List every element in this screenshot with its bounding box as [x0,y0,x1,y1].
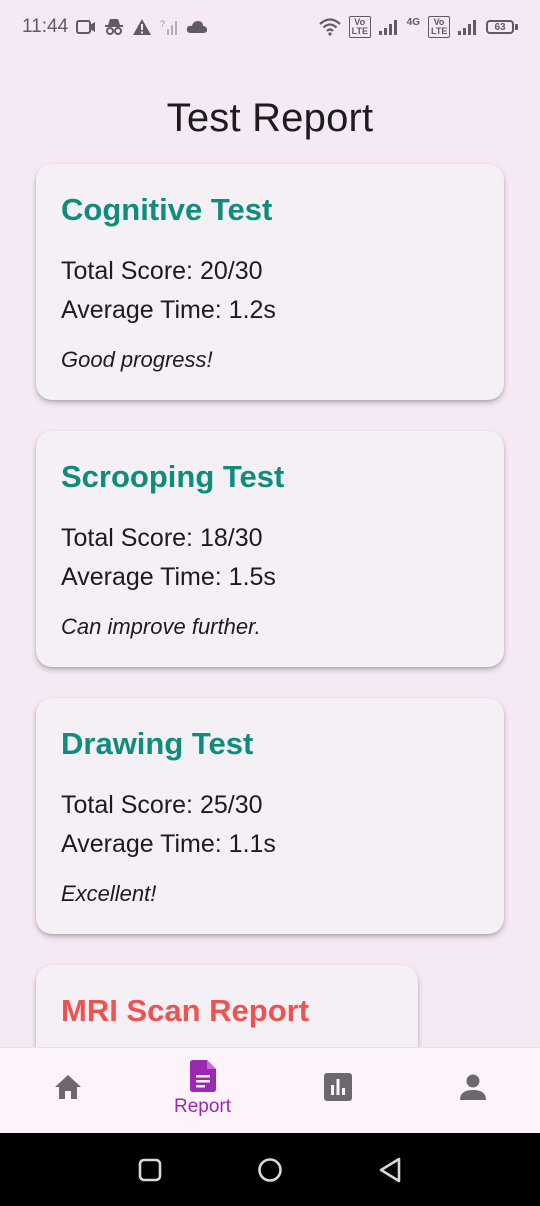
average-time: Average Time: 1.1s [61,830,276,858]
total-score: Total Score: 25/30 [61,791,263,819]
report-icon [189,1060,216,1092]
volte-badge-2: Vo LTE [428,16,450,38]
average-time: Average Time: 1.5s [61,563,276,591]
volte-badge-1: Vo LTE [348,16,371,38]
status-bar: 11:44 ? Vo LTE 4G Vo LTE 63 [0,0,540,54]
status-time: 11:44 [22,16,69,37]
battery-indicator: 63 [486,20,518,34]
average-time: Average Time: 1.2s [61,296,276,324]
card-title: Drawing Test [61,726,254,761]
status-left: 11:44 ? [22,16,208,38]
nav-item-stats[interactable] [270,1048,405,1134]
nav-item-report[interactable]: Report [135,1048,270,1134]
svg-text:?: ? [160,19,165,29]
card-title: Cognitive Test [61,192,273,227]
feedback-note: Excellent! [61,881,157,906]
bar-chart-icon [323,1073,352,1101]
recent-apps-icon[interactable] [138,1158,162,1182]
status-right: Vo LTE 4G Vo LTE 63 [318,16,518,38]
battery-tip [515,24,518,30]
card-title: MRI Scan Report [61,993,310,1028]
feedback-note: Good progress! [61,347,213,372]
incognito-icon [104,18,124,36]
warning-icon [132,18,152,36]
feedback-note: Can improve further. [61,614,261,639]
back-icon[interactable] [378,1157,402,1183]
scrooping-test-card[interactable]: Scrooping Test Total Score: 18/30 Averag… [36,431,504,667]
screen-record-icon [76,19,96,35]
bottom-navigation-bar: Report [0,1047,540,1134]
signal-icon-1 [378,19,399,35]
total-score: Total Score: 20/30 [61,257,263,285]
battery-level: 63 [486,20,514,34]
network-type: 4G [406,16,420,28]
signal-icon-2 [458,19,478,35]
total-score: Total Score: 18/30 [61,524,263,552]
person-icon [459,1074,486,1100]
home-icon [54,1075,81,1099]
drawing-test-card[interactable]: Drawing Test Total Score: 25/30 Average … [36,698,504,934]
nav-item-profile[interactable] [405,1048,540,1134]
wifi-icon [318,18,341,36]
nav-label-report: Report [173,1096,232,1117]
cognitive-test-card[interactable]: Cognitive Test Total Score: 20/30 Averag… [36,164,504,400]
nav-item-home[interactable] [0,1048,135,1134]
card-title: Scrooping Test [61,459,285,494]
page-title: Test Report [166,96,374,140]
system-navigation-bar [0,1133,540,1206]
cloud-icon [186,20,208,34]
no-signal-icon: ? [160,18,178,36]
home-button-icon[interactable] [257,1157,283,1183]
